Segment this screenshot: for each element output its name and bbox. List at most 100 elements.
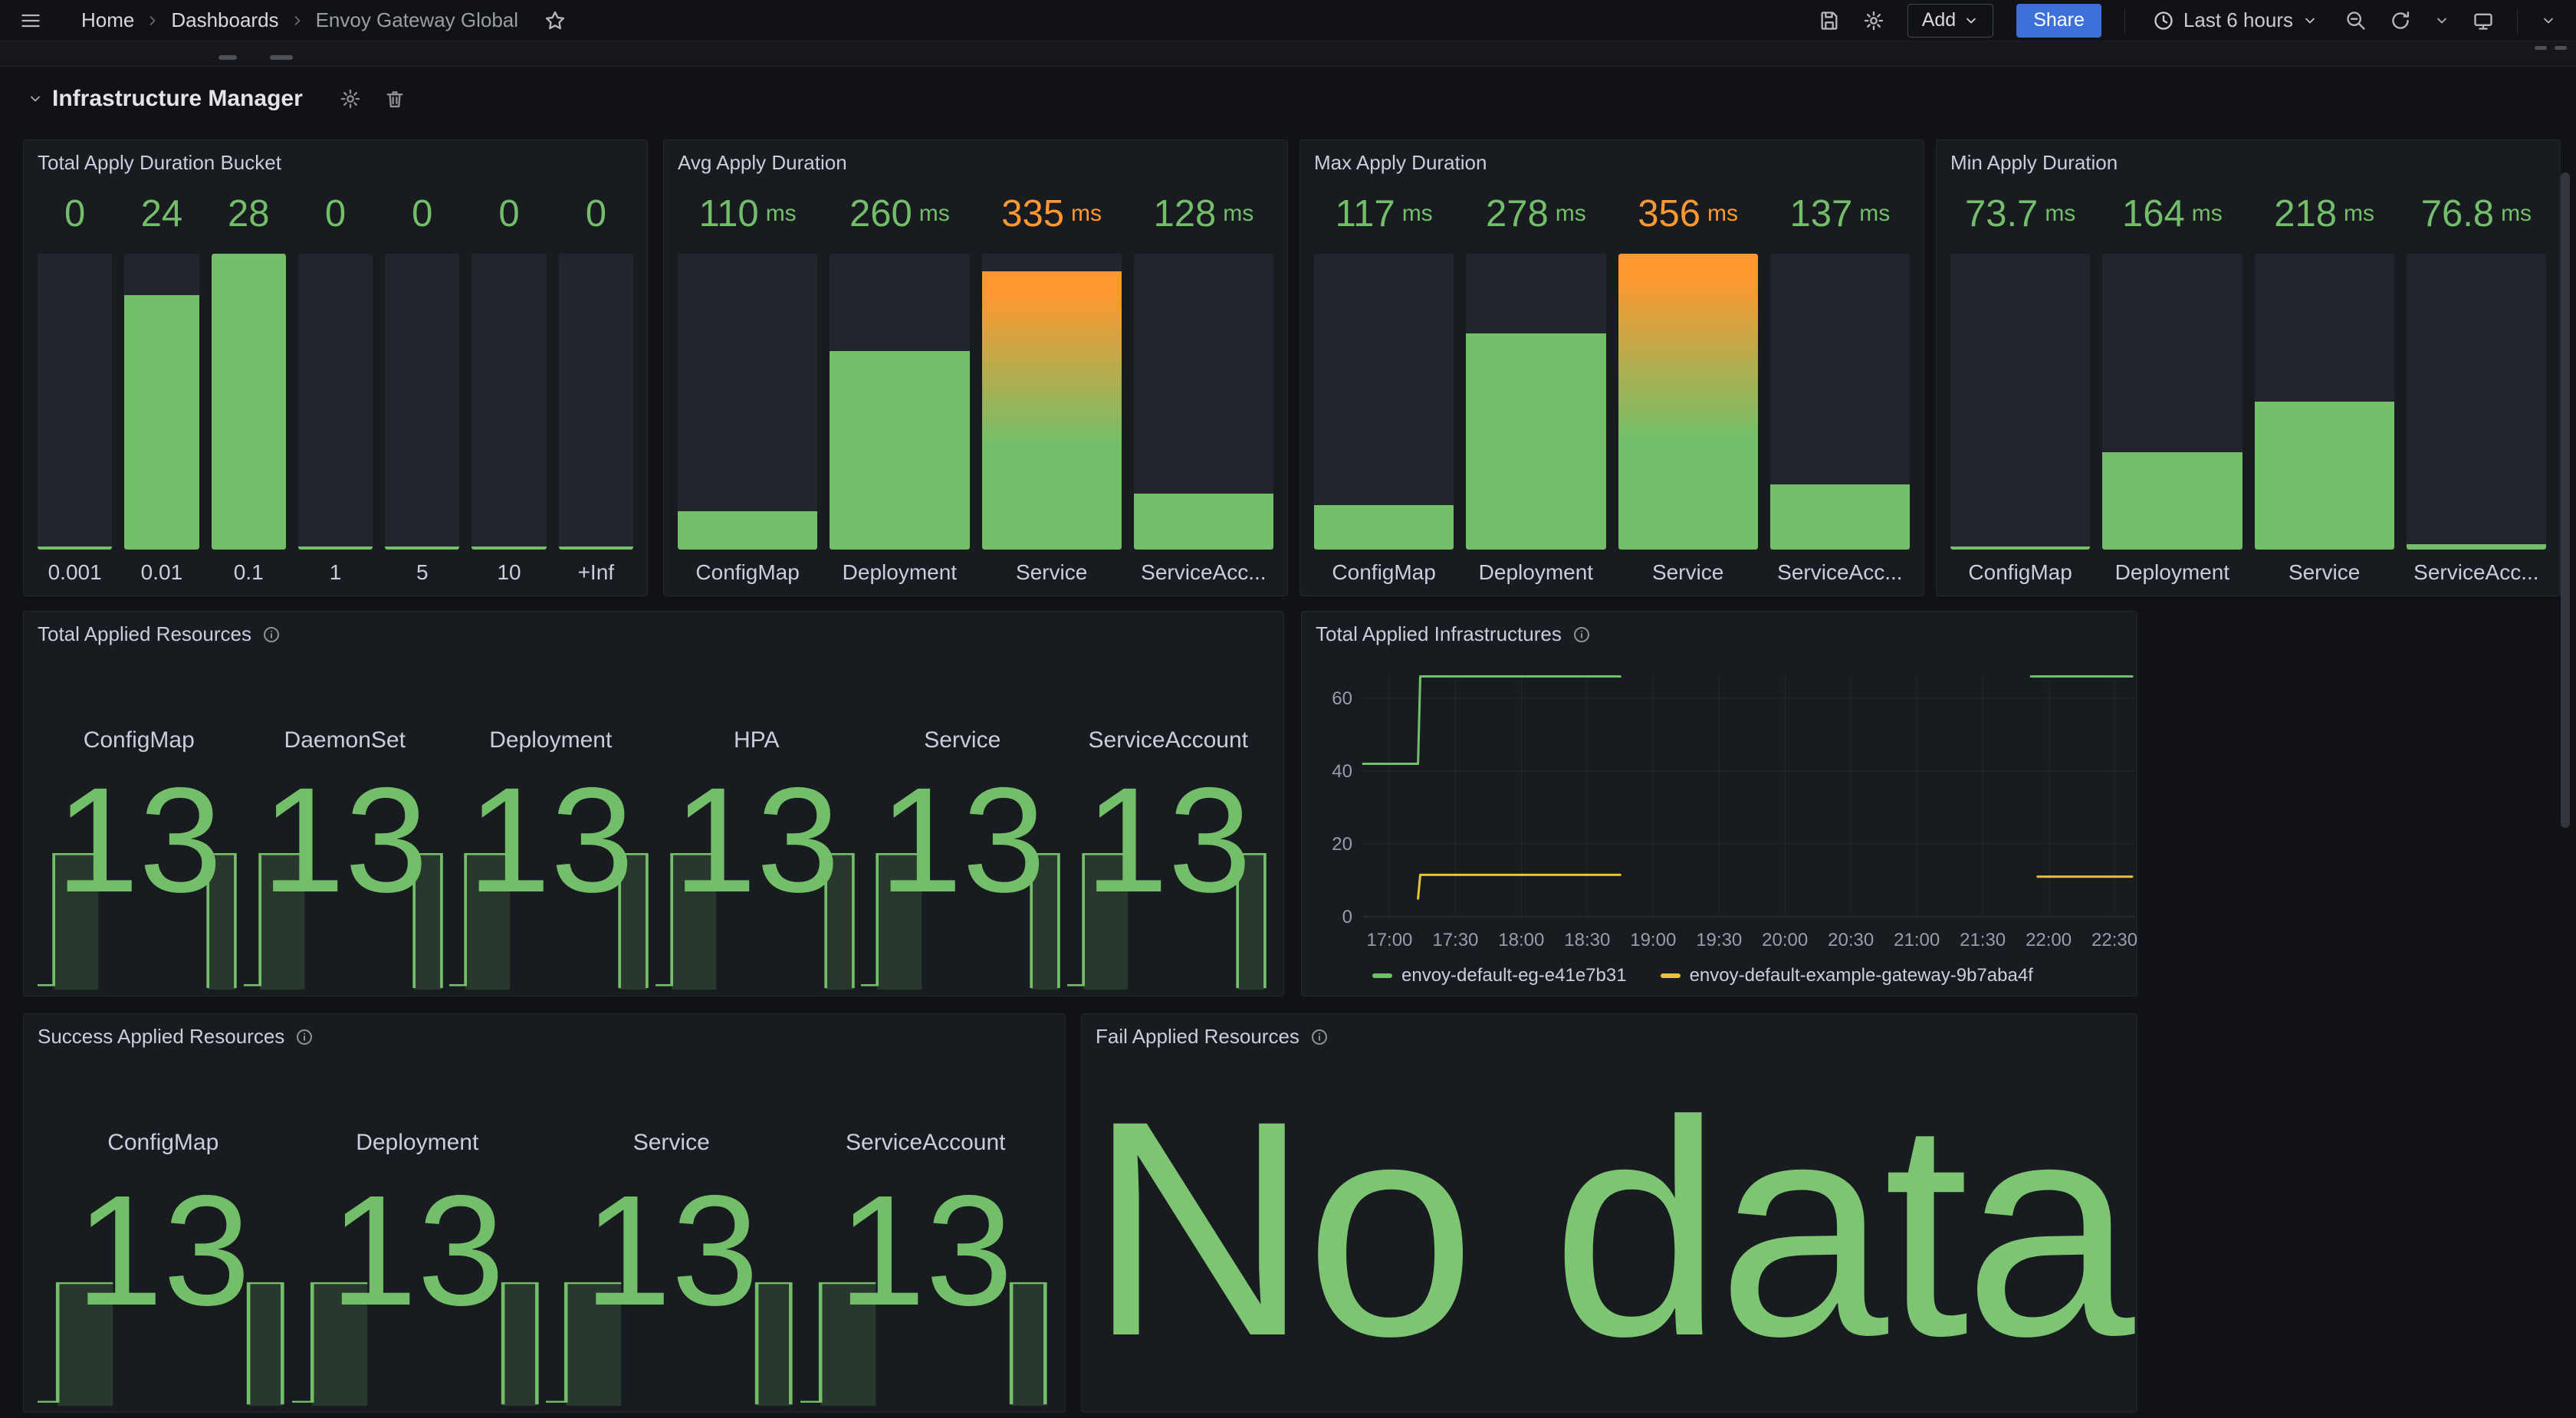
bar-gauge-unit: ms — [766, 201, 797, 227]
bar-gauge-unit: ms — [2501, 201, 2532, 227]
svg-text:22:30: 22:30 — [2091, 930, 2137, 950]
panel-title[interactable]: Avg Apply Duration — [678, 151, 847, 175]
info-icon[interactable] — [262, 625, 281, 644]
time-range-picker[interactable]: Last 6 hours — [2148, 8, 2322, 33]
stat-serviceaccount: ServiceAccount13 — [799, 1057, 1053, 1407]
bar-gauge-fill — [982, 271, 1122, 550]
row-delete-button[interactable] — [384, 88, 406, 110]
bar-gauge-track — [38, 254, 112, 550]
bar-gauge-label: Deployment — [2102, 550, 2242, 585]
stat-configmap: ConfigMap13 — [36, 1057, 291, 1407]
bar-gauge-value: 128ms — [1134, 183, 1273, 245]
panel-success-applied-resources: Success Applied Resources ConfigMap13Dep… — [23, 1013, 1066, 1413]
info-icon[interactable] — [295, 1028, 314, 1046]
bar-gauge-number: 218 — [2274, 192, 2337, 235]
stat-value: 13 — [799, 1172, 1053, 1329]
chevron-right-icon — [145, 13, 160, 28]
add-button[interactable]: Add — [1907, 4, 1993, 38]
bar-gauge-fill — [38, 547, 112, 550]
bar-gauge-number: 24 — [141, 192, 183, 235]
bar-gauge-value: 76.8 ms — [2407, 183, 2546, 245]
stat-label: Deployment — [448, 727, 654, 753]
bar-gauge-number: 356 — [1638, 192, 1700, 235]
bar-gauge-value: 117ms — [1314, 183, 1454, 245]
panel-title[interactable]: Max Apply Duration — [1314, 151, 1487, 175]
chevron-down-icon[interactable] — [28, 91, 43, 107]
bar-gauge-value: 0 — [385, 183, 459, 245]
navbar-actions: Add Share Last 6 hours — [1819, 4, 2556, 38]
share-button-label: Share — [2033, 9, 2085, 31]
breadcrumb: Home Dashboards Envoy Gateway Global — [81, 8, 566, 32]
bar-gauge: 00.001 — [38, 183, 112, 585]
bar-gauge: 01 — [298, 183, 373, 585]
bar-gauge: 110msConfigMap — [678, 183, 817, 585]
stat-value: 13 — [654, 766, 860, 915]
bar-gauge: 128msServiceAcc... — [1134, 183, 1273, 585]
dashboard-settings-button[interactable] — [1863, 10, 1884, 31]
bar-gauge: 280.1 — [212, 183, 286, 585]
panel-title[interactable]: Total Apply Duration Bucket — [38, 151, 281, 175]
refresh-button[interactable] — [2390, 10, 2411, 31]
panel-total-apply-duration-bucket: Total Apply Duration Bucket 00.001 24 0.01… — [23, 140, 648, 596]
bar-gauge-fill — [472, 547, 546, 550]
legend-item[interactable]: envoy-default-example-gateway-9b7aba4f — [1661, 965, 2033, 986]
stat-label: HPA — [654, 727, 860, 753]
stat-value: 13 — [859, 766, 1066, 915]
toolbar-collapse-button[interactable] — [2541, 13, 2556, 28]
svg-text:22:00: 22:00 — [2026, 930, 2072, 950]
stat-value: 13 — [291, 1172, 545, 1329]
menu-button[interactable] — [20, 10, 41, 31]
bar-gauge-track — [2255, 254, 2394, 550]
panel-title[interactable]: Success Applied Resources — [38, 1025, 284, 1049]
row-title[interactable]: Infrastructure Manager — [52, 86, 303, 112]
stat-value: 13 — [36, 766, 242, 915]
bar-gauge-number: 76.8 — [2421, 192, 2494, 235]
bar-gauge-track — [385, 254, 459, 550]
bar-gauge-fill — [212, 254, 286, 550]
favorite-button[interactable] — [544, 10, 566, 31]
bar-gauge-value: 164ms — [2102, 183, 2242, 245]
legend-item[interactable]: envoy-default-eg-e41e7b31 — [1372, 965, 1627, 986]
legend-remnant-dash — [2555, 46, 2567, 50]
bar-gauge: 335msService — [982, 183, 1122, 585]
breadcrumb-home[interactable]: Home — [81, 8, 134, 32]
bar-gauge-value: 260ms — [830, 183, 969, 245]
bar-gauge-fill — [1466, 333, 1605, 550]
stat-value: 13 — [1066, 766, 1272, 915]
bar-gauge-label: ConfigMap — [1950, 550, 2090, 585]
save-dashboard-button[interactable] — [1819, 10, 1840, 31]
bar-gauge-unit: ms — [1556, 201, 1586, 227]
scrollbar-thumb[interactable] — [2561, 172, 2570, 828]
bar-gauge: 260ms Deployment — [830, 183, 969, 585]
bar-gauge-fill — [1134, 494, 1273, 550]
bar-gauge-label: 0.01 — [124, 550, 199, 585]
bar-gauge-label: ConfigMap — [678, 550, 817, 585]
bar-gauge-number: 73.7 — [1965, 192, 2038, 235]
bar-gauge-unit: ms — [1402, 201, 1433, 227]
share-button[interactable]: Share — [2016, 4, 2101, 38]
monitor-icon — [2472, 10, 2494, 31]
chevron-down-icon — [2434, 13, 2450, 28]
row-settings-button[interactable] — [340, 88, 361, 110]
refresh-interval-button[interactable] — [2434, 13, 2450, 28]
panel-title[interactable]: Total Applied Resources — [38, 622, 251, 646]
tv-mode-button[interactable] — [2472, 10, 2494, 31]
svg-text:20: 20 — [1332, 834, 1352, 855]
bar-gauge-label: Deployment — [830, 550, 969, 585]
bar-gauge-label: Service — [982, 550, 1122, 585]
zoom-out-time-button[interactable] — [2345, 10, 2367, 31]
chevron-right-icon — [290, 13, 305, 28]
stat-service: Service13 — [544, 1057, 799, 1407]
legend-label: envoy-default-eg-e41e7b31 — [1401, 965, 1627, 986]
info-icon[interactable] — [1310, 1028, 1329, 1046]
breadcrumb-dashboards[interactable]: Dashboards — [171, 8, 278, 32]
bar-gauge-track — [472, 254, 546, 550]
stat-label: ConfigMap — [36, 1130, 291, 1156]
bar-gauge-track — [559, 254, 633, 550]
panel-title[interactable]: Min Apply Duration — [1950, 151, 2118, 175]
add-button-label: Add — [1922, 9, 1956, 31]
bar-gauge-value: 356ms — [1618, 183, 1758, 245]
legend-swatch — [1372, 973, 1392, 978]
bar-gauge-value: 0 — [472, 183, 546, 245]
bar-gauge-number: 0 — [586, 192, 606, 235]
